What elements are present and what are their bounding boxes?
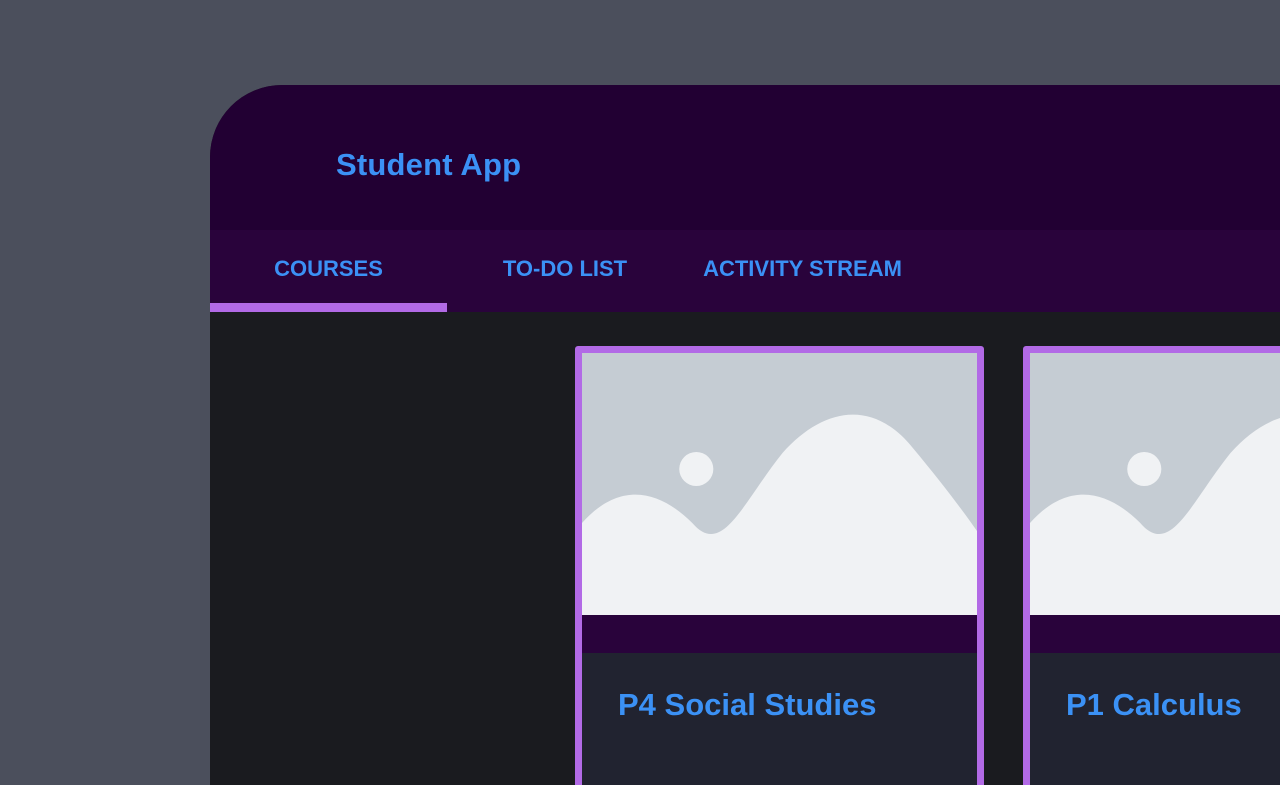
image-placeholder-icon — [1030, 353, 1280, 615]
course-card-band — [1030, 615, 1280, 653]
tab-activity-stream-label: ACTIVITY STREAM — [703, 256, 902, 281]
course-card-band — [582, 615, 977, 653]
course-title: P1 Calculus — [1066, 687, 1242, 722]
tab-bar: COURSES TO-DO LIST ACTIVITY STREAM — [210, 230, 1280, 312]
tab-todo-list[interactable]: TO-DO LIST — [485, 230, 645, 312]
app-window: Student App COURSES TO-DO LIST ACTIVITY … — [210, 85, 1280, 785]
image-placeholder-icon — [582, 353, 977, 615]
app-title: Student App — [336, 147, 522, 182]
course-card-body: P4 Social Studies — [582, 353, 977, 785]
app-bar: Student App — [210, 85, 1280, 230]
tab-todo-list-label: TO-DO LIST — [502, 256, 628, 281]
course-card-body: P1 Calculus — [1030, 353, 1280, 785]
tab-courses-label: COURSES — [274, 256, 383, 281]
course-title: P4 Social Studies — [618, 687, 877, 722]
course-card[interactable]: P1 Calculus — [1023, 346, 1280, 785]
tab-courses[interactable]: COURSES — [210, 230, 447, 312]
tab-activity-stream[interactable]: ACTIVITY STREAM — [690, 230, 915, 312]
active-tab-indicator — [210, 303, 447, 312]
course-card[interactable]: P4 Social Studies — [575, 346, 984, 785]
courses-content: P4 Social Studies P1 Calculus — [210, 312, 1280, 785]
